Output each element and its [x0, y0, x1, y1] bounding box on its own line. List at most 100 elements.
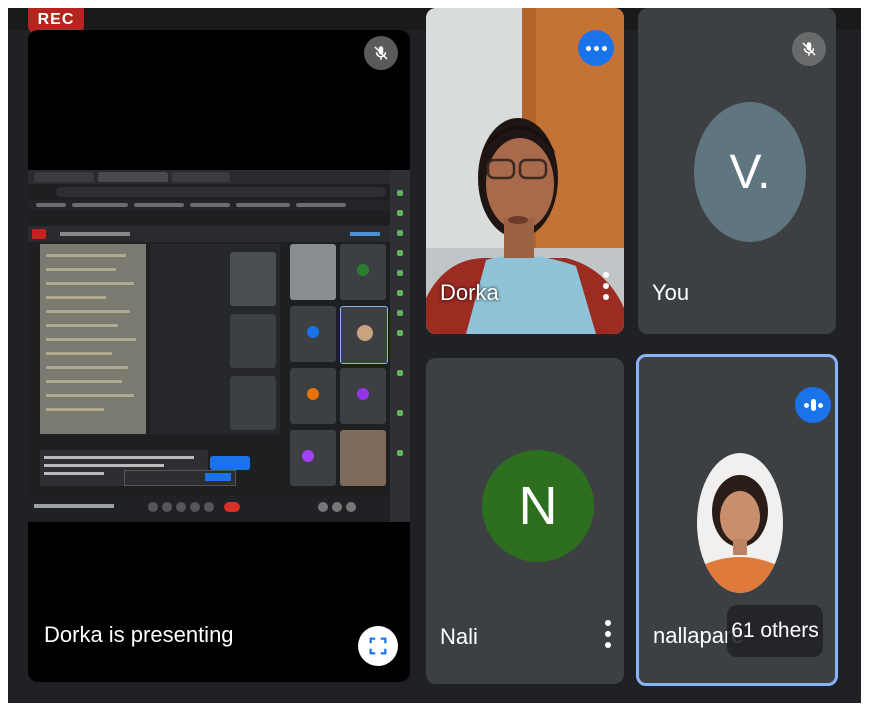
- doc-line: [46, 268, 116, 271]
- side-dot: [397, 250, 403, 256]
- doc-line: [46, 394, 134, 397]
- shared-document-panel: [40, 244, 146, 434]
- shared-tile: [290, 306, 336, 362]
- fullscreen-icon: [369, 637, 387, 655]
- participant-name: Dorka: [440, 280, 499, 305]
- presentation-tile[interactable]: Dorka is presenting: [28, 30, 410, 682]
- shared-control: [148, 502, 158, 512]
- shared-browser-tabs: [28, 170, 410, 184]
- shared-banner-button: [205, 473, 231, 481]
- others-count-button[interactable]: 61 others: [727, 605, 823, 657]
- mic-off-icon: [792, 32, 826, 66]
- doc-line: [46, 296, 106, 299]
- bookmark: [296, 203, 346, 207]
- toast-line: [44, 456, 194, 459]
- shared-app-title: [60, 232, 130, 236]
- doc-line: [46, 324, 118, 327]
- doc-line: [46, 408, 104, 411]
- shared-avatar: [302, 450, 314, 462]
- shared-tile: [290, 244, 336, 300]
- bookmark: [72, 203, 128, 207]
- level-bar: [803, 402, 809, 408]
- avatar: N: [482, 450, 594, 562]
- side-dot: [397, 190, 403, 196]
- dot: [603, 272, 609, 278]
- participant-tile-nallapare[interactable]: nallapare 61 others: [636, 354, 838, 686]
- shared-tile: [340, 430, 386, 486]
- shared-meeting-code: [34, 504, 114, 508]
- shared-app-logo: [32, 229, 46, 239]
- mic-off-glyph: [802, 42, 816, 56]
- doc-line: [46, 310, 130, 313]
- shared-tile: [290, 430, 336, 486]
- shared-screen: [28, 170, 410, 522]
- shared-app-header: [28, 226, 390, 242]
- dot: [605, 631, 611, 637]
- more-options-button[interactable]: [578, 30, 614, 66]
- doc-line: [46, 338, 136, 341]
- dot: [603, 294, 609, 300]
- shared-blue-button: [210, 456, 250, 470]
- vertical-dots-icon[interactable]: [604, 620, 612, 648]
- audio-level-icon: [795, 387, 831, 423]
- shared-control: [318, 502, 328, 512]
- bookmark: [134, 203, 184, 207]
- shared-address-bar: [56, 187, 386, 197]
- dot: [585, 45, 591, 51]
- doc-line: [46, 366, 128, 369]
- shared-control: [332, 502, 342, 512]
- side-dot: [397, 310, 403, 316]
- shared-control: [162, 502, 172, 512]
- dot: [601, 45, 607, 51]
- bookmark: [236, 203, 290, 207]
- side-dot: [397, 230, 403, 236]
- mic-off-glyph: [374, 46, 388, 60]
- side-dot: [397, 410, 403, 416]
- participant-tile-nali[interactable]: N Nali: [426, 358, 624, 684]
- shared-end-call: [224, 502, 240, 512]
- dot: [605, 642, 611, 648]
- shared-tab-active: [98, 172, 168, 182]
- shared-tile: [340, 244, 386, 300]
- shared-share-banner: [124, 470, 236, 486]
- shared-control: [204, 502, 214, 512]
- participant-name: You: [652, 280, 690, 305]
- dot: [603, 283, 609, 289]
- meeting-stage: REC ⇆▣▬▦: [8, 8, 861, 703]
- level-bar: [810, 399, 816, 411]
- shared-bookmarks-bar: [28, 200, 390, 210]
- doc-line: [46, 282, 134, 285]
- shared-tab: [172, 172, 230, 182]
- shared-avatar: [307, 326, 319, 338]
- shared-tile: [340, 368, 386, 424]
- participant-name: Nali: [440, 624, 478, 649]
- side-dot: [397, 370, 403, 376]
- participant-tile-you[interactable]: V. You: [638, 8, 836, 334]
- side-dot: [397, 270, 403, 276]
- side-dot: [397, 450, 403, 456]
- fullscreen-button[interactable]: [358, 626, 398, 666]
- shared-control: [190, 502, 200, 512]
- side-dot: [397, 330, 403, 336]
- bookmark: [36, 203, 66, 207]
- bookmark: [190, 203, 230, 207]
- shared-avatar: [357, 388, 369, 400]
- shared-side-panel: [390, 170, 410, 522]
- shared-control: [176, 502, 186, 512]
- shared-app-link: [350, 232, 380, 236]
- shared-tile: [230, 252, 276, 306]
- doc-line: [46, 352, 112, 355]
- vertical-dots-icon[interactable]: [602, 272, 610, 300]
- side-dot: [397, 290, 403, 296]
- shared-controls-bar: [28, 496, 390, 518]
- participant-tile-dorka[interactable]: Dorka: [426, 8, 624, 334]
- dot: [605, 620, 611, 626]
- shared-avatar: [357, 325, 373, 341]
- shared-tile: [230, 314, 276, 368]
- shared-tile: [230, 376, 276, 430]
- shared-tile: [290, 368, 336, 424]
- shared-tile: [340, 306, 388, 364]
- level-bar: [817, 402, 823, 408]
- shared-avatar: [307, 388, 319, 400]
- doc-line: [46, 380, 122, 383]
